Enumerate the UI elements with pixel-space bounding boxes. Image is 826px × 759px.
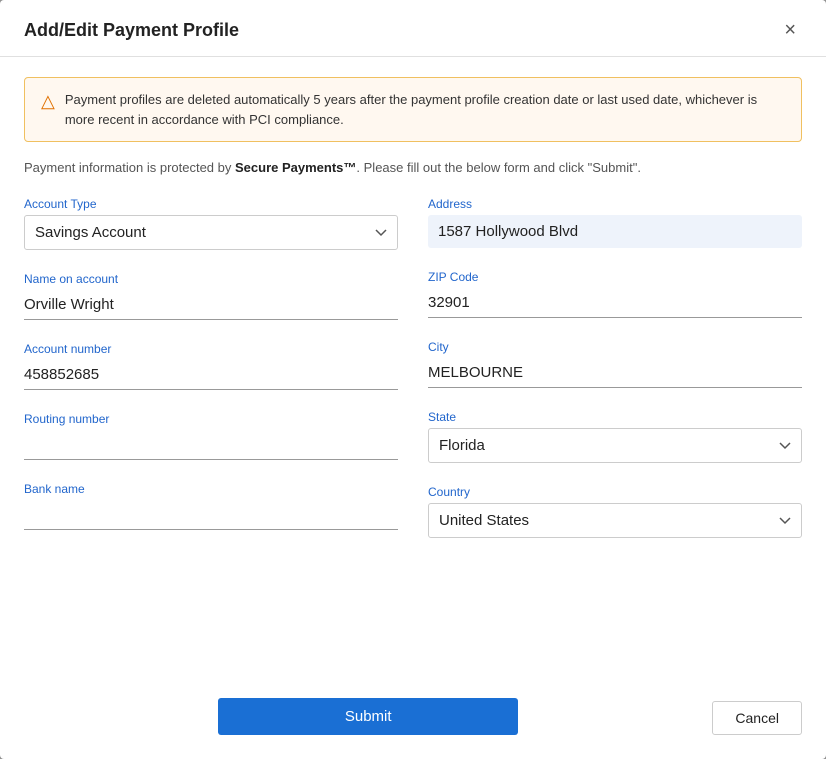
submit-btn-area: Submit: [24, 698, 712, 735]
routing-number-group: Routing number: [24, 412, 398, 460]
warning-banner: △ Payment profiles are deleted automatic…: [24, 77, 802, 142]
form-columns: Account Type Savings Account Checking Ac…: [24, 197, 802, 560]
city-label: City: [428, 340, 802, 354]
bank-name-input[interactable]: [24, 500, 398, 530]
name-on-account-label: Name on account: [24, 272, 398, 286]
account-type-label: Account Type: [24, 197, 398, 211]
info-text: Payment information is protected by Secu…: [24, 160, 802, 175]
account-number-input[interactable]: [24, 360, 398, 390]
bank-name-group: Bank name: [24, 482, 398, 530]
warning-text: Payment profiles are deleted automatical…: [65, 90, 785, 129]
city-group: City: [428, 340, 802, 388]
address-label: Address: [428, 197, 802, 211]
country-select[interactable]: United States Canada Mexico: [428, 503, 802, 538]
account-number-label: Account number: [24, 342, 398, 356]
warning-icon: △: [41, 91, 55, 112]
address-group: Address: [428, 197, 802, 248]
bank-name-label: Bank name: [24, 482, 398, 496]
routing-number-label: Routing number: [24, 412, 398, 426]
modal-title: Add/Edit Payment Profile: [24, 20, 239, 41]
modal-header: Add/Edit Payment Profile ×: [0, 0, 826, 57]
country-label: Country: [428, 485, 802, 499]
name-on-account-group: Name on account: [24, 272, 398, 320]
country-group: Country United States Canada Mexico: [428, 485, 802, 538]
cancel-button[interactable]: Cancel: [712, 701, 802, 735]
account-type-group: Account Type Savings Account Checking Ac…: [24, 197, 398, 250]
state-label: State: [428, 410, 802, 424]
info-prefix: Payment information is protected by: [24, 160, 235, 175]
city-input[interactable]: [428, 358, 802, 388]
modal-body: △ Payment profiles are deleted automatic…: [0, 57, 826, 688]
close-button[interactable]: ×: [778, 18, 802, 42]
state-group: State Florida Alabama California New Yor…: [428, 410, 802, 463]
state-select-wrapper: Florida Alabama California New York Texa…: [428, 428, 802, 463]
info-brand: Secure Payments™: [235, 160, 356, 175]
info-suffix: . Please fill out the below form and cli…: [356, 160, 641, 175]
routing-number-input[interactable]: [24, 430, 398, 460]
left-form-column: Account Type Savings Account Checking Ac…: [24, 197, 398, 560]
submit-button[interactable]: Submit: [218, 698, 518, 735]
account-type-select[interactable]: Savings Account Checking Account: [24, 215, 398, 250]
right-form-column: Address ZIP Code City S: [428, 197, 802, 560]
zip-code-input[interactable]: [428, 288, 802, 318]
zip-code-label: ZIP Code: [428, 270, 802, 284]
name-on-account-input[interactable]: [24, 290, 398, 320]
zip-code-group: ZIP Code: [428, 270, 802, 318]
account-number-group: Account number: [24, 342, 398, 390]
account-type-select-wrapper: Savings Account Checking Account: [24, 215, 398, 250]
address-input[interactable]: [428, 215, 802, 248]
modal-overlay: Add/Edit Payment Profile × △ Payment pro…: [0, 0, 826, 759]
modal-footer: Submit Cancel: [0, 688, 826, 759]
payment-profile-modal: Add/Edit Payment Profile × △ Payment pro…: [0, 0, 826, 759]
country-select-wrapper: United States Canada Mexico: [428, 503, 802, 538]
state-select[interactable]: Florida Alabama California New York Texa…: [428, 428, 802, 463]
